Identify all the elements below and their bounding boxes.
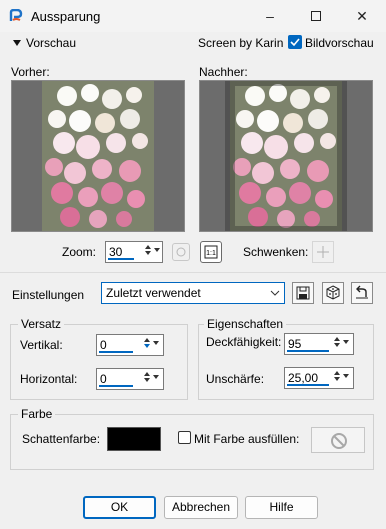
image-preview-label: Bildvorschau (305, 36, 374, 50)
randomize-button[interactable] (322, 282, 344, 304)
floppy-disk-icon (296, 286, 310, 300)
zoom-fit-button[interactable] (172, 243, 190, 261)
minimize-button[interactable]: – (250, 4, 290, 28)
horizontal-dropdown-icon[interactable] (153, 375, 159, 379)
blur-dropdown-icon[interactable] (343, 374, 349, 378)
vertical-dropdown-icon[interactable] (153, 341, 159, 345)
blur-spinner[interactable] (331, 369, 342, 387)
before-label: Vorher: (11, 65, 50, 79)
offset-group-title: Versatz (18, 317, 65, 331)
preset-select[interactable]: Zuletzt verwendet (101, 282, 285, 304)
spin-down-icon (143, 378, 150, 382)
zoom-input[interactable]: 30 (105, 241, 163, 263)
after-preview-image (200, 81, 372, 231)
settings-label: Einstellungen (12, 288, 85, 302)
shadow-color-swatch[interactable] (107, 427, 161, 451)
zoom-dropdown-icon[interactable] (154, 248, 160, 252)
color-group-title: Farbe (18, 407, 56, 421)
horizontal-input[interactable]: 0 (96, 368, 164, 390)
blur-value-indicator (287, 384, 329, 386)
spin-down-icon (333, 377, 340, 381)
no-color-icon (331, 433, 347, 449)
horizontal-value-indicator (99, 385, 133, 387)
horizontal-spinner[interactable] (141, 370, 152, 388)
collapse-triangle-icon[interactable] (13, 40, 21, 46)
zoom-value-indicator (108, 258, 134, 260)
zoom-value: 30 (109, 245, 123, 259)
checkmark-icon (290, 38, 300, 47)
blur-label: Unschärfe: (206, 372, 265, 386)
after-label: Nachher: (199, 65, 248, 79)
vertical-value-indicator (99, 351, 133, 353)
fill-color-swatch[interactable] (311, 427, 365, 453)
horizontal-value: 0 (100, 372, 107, 386)
vertical-input[interactable]: 0 (96, 334, 164, 356)
zoom-fit-icon (176, 247, 186, 257)
properties-group-title: Eigenschaften (204, 317, 287, 331)
zoom-100-button[interactable]: 1:1 (200, 241, 222, 263)
spin-down-icon (144, 251, 151, 255)
reset-button[interactable] (351, 282, 373, 304)
vertical-label: Vertikal: (20, 338, 63, 352)
opacity-label: Deckfähigkeit: (206, 335, 282, 349)
horizontal-label: Horizontal: (20, 372, 78, 386)
after-preview (199, 80, 373, 232)
blur-value: 25,00 (288, 371, 319, 385)
blur-input[interactable]: 25,00 (284, 367, 354, 389)
vertical-spinner[interactable] (141, 336, 152, 354)
spin-up-icon (144, 245, 151, 249)
before-preview-image (12, 81, 184, 231)
pan-button[interactable] (312, 241, 334, 263)
spin-down-icon (143, 344, 150, 348)
maximize-icon (311, 11, 321, 21)
dice-icon (326, 285, 340, 300)
ok-button[interactable]: OK (83, 496, 156, 519)
spin-up-icon (333, 371, 340, 375)
reset-arrow-icon (356, 285, 368, 299)
preset-select-value: Zuletzt verwendet (106, 286, 201, 300)
close-button[interactable]: ✕ (342, 4, 382, 28)
zoom-spinner[interactable] (142, 243, 153, 261)
fill-color-label: Mit Farbe ausfüllen: (194, 432, 300, 446)
opacity-spinner[interactable] (331, 335, 342, 353)
vertical-value: 0 (100, 338, 107, 352)
close-icon: ✕ (356, 8, 368, 24)
opacity-dropdown-icon[interactable] (343, 340, 349, 344)
help-button[interactable]: Hilfe (245, 496, 318, 519)
pan-label: Schwenken: (243, 245, 309, 259)
spin-up-icon (143, 372, 150, 376)
spin-down-icon (333, 343, 340, 347)
pan-crosshair-icon (317, 246, 329, 258)
window-title: Aussparung (31, 9, 101, 24)
zoom-label: Zoom: (62, 245, 97, 259)
maximize-button[interactable] (296, 4, 336, 28)
shadow-color-label: Schattenfarbe: (22, 432, 101, 446)
credit-text: Screen by Karin (198, 36, 284, 50)
image-preview-checkbox[interactable] (288, 35, 302, 49)
cancel-button[interactable]: Abbrechen (164, 496, 238, 519)
minimize-icon: – (266, 8, 274, 24)
spin-up-icon (333, 337, 340, 341)
opacity-value-indicator (287, 350, 329, 352)
opacity-input[interactable]: 95 (284, 333, 354, 355)
opacity-value: 95 (288, 337, 302, 351)
save-preset-button[interactable] (292, 282, 314, 304)
fill-color-checkbox[interactable] (178, 431, 191, 444)
actual-size-icon: 1:1 (204, 245, 218, 259)
separator (0, 272, 386, 273)
preview-toggle[interactable]: Vorschau (26, 36, 76, 50)
spin-up-icon (143, 338, 150, 342)
app-logo-icon (9, 9, 23, 21)
chevron-down-icon (270, 290, 280, 296)
svg-text:1:1: 1:1 (206, 250, 216, 257)
before-preview (11, 80, 185, 232)
